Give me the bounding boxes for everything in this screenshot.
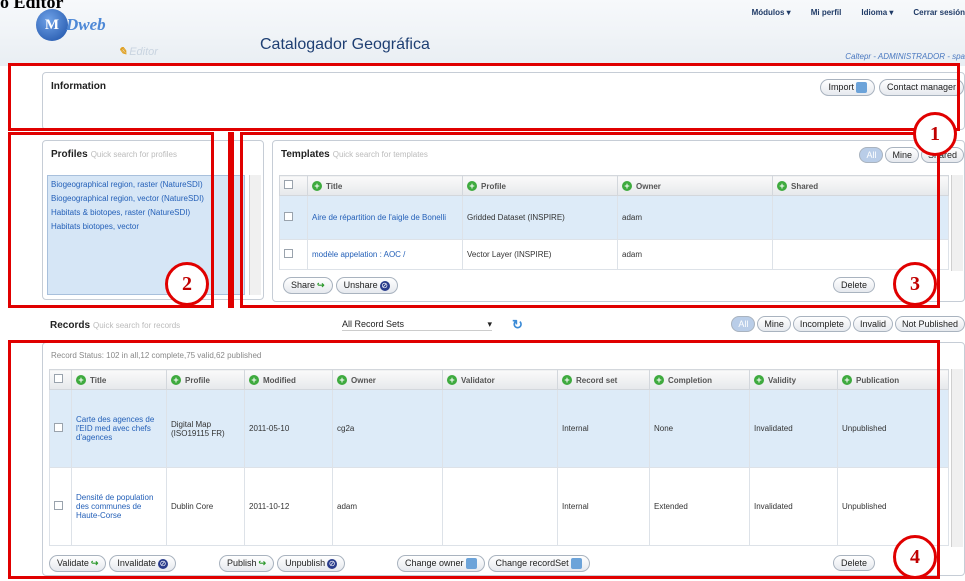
records-filter-incomplete[interactable]: Incomplete: [792, 316, 851, 332]
records-filter-not-published[interactable]: Not Published: [894, 316, 965, 332]
annotation-badge-2: 2: [165, 262, 209, 306]
templates-scrollbar[interactable]: [951, 175, 963, 271]
records-filter-invalid[interactable]: Invalid: [852, 316, 893, 332]
nav-logout[interactable]: Cerrar sesión: [913, 8, 965, 17]
records-search-input[interactable]: Quick search for records: [93, 321, 180, 330]
logo-text: Dweb: [66, 15, 106, 34]
annotation-box-4: [8, 340, 940, 579]
document-title: o Editor: [0, 0, 64, 12]
pencil-icon: ✎: [118, 46, 128, 58]
annotation-box-1: [8, 63, 960, 131]
top-navigation: Módulos ▾ Mi perfil Idioma ▾ Cerrar sesi…: [752, 8, 965, 17]
annotation-box-2-divider: [228, 132, 234, 308]
records-scrollbar[interactable]: [951, 369, 963, 547]
records-filter-mine[interactable]: Mine: [757, 316, 791, 332]
annotation-badge-4: 4: [893, 535, 937, 579]
logo-globe-icon: M: [36, 9, 68, 41]
user-info: Caltepr - ADMINISTRADOR - spa: [845, 52, 965, 61]
chevron-down-icon: ▾: [487, 319, 492, 329]
annotation-badge-1: 1: [913, 112, 957, 156]
nav-profile[interactable]: Mi perfil: [811, 8, 842, 17]
nav-modules[interactable]: Módulos ▾: [752, 8, 791, 17]
editor-label: Editor: [129, 46, 158, 58]
annotation-box-3: [240, 132, 940, 308]
nav-language[interactable]: Idioma ▾: [861, 8, 893, 17]
recordset-select[interactable]: All Record Sets ▾: [342, 319, 492, 331]
records-filter-all[interactable]: All: [731, 316, 756, 332]
editor-tag: ✎ Editor: [118, 45, 158, 58]
app-title: Catalogador Geográfica: [260, 36, 430, 53]
records-title: Records: [50, 320, 91, 331]
refresh-icon[interactable]: ↻: [512, 317, 523, 333]
recordset-select-value: All Record Sets: [342, 319, 405, 329]
records-toolbar: Records Quick search for records All Reco…: [42, 316, 965, 338]
annotation-badge-3: 3: [893, 262, 937, 306]
app-header: M Dweb ✎ Editor Catalogador Geográfica Mó…: [0, 0, 965, 66]
